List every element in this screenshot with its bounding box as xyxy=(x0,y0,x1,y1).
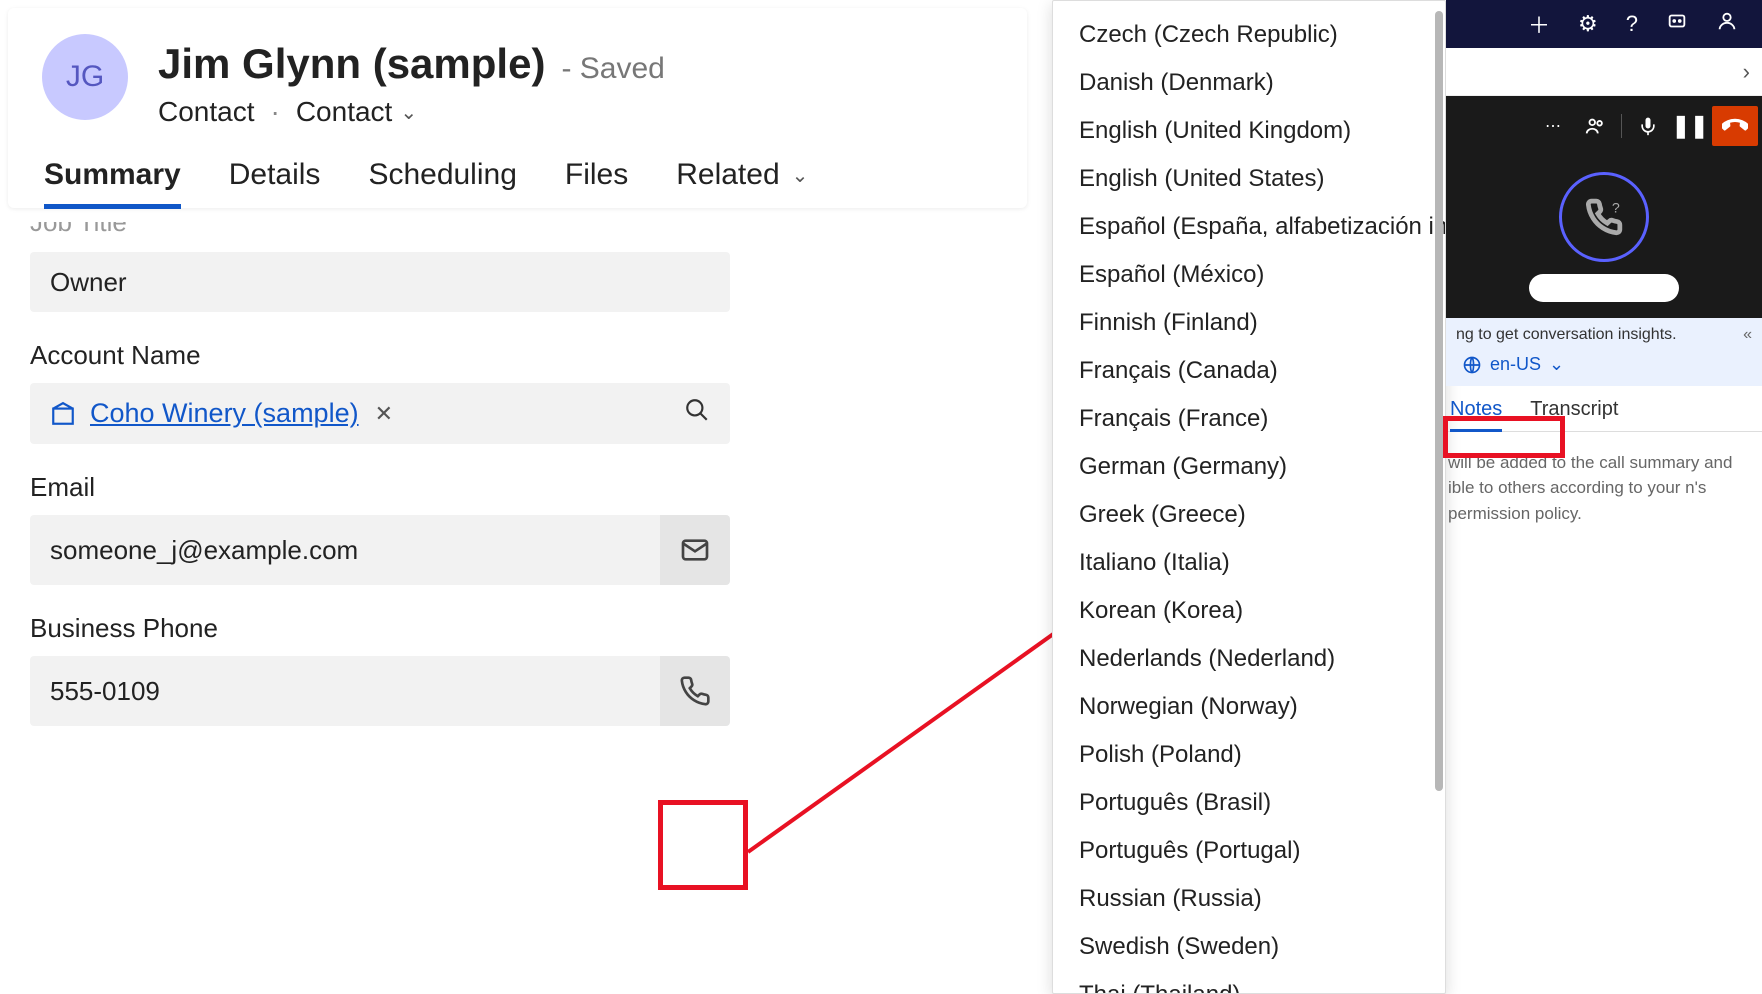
remove-account-button[interactable]: ✕ xyxy=(375,401,393,427)
envelope-icon xyxy=(679,534,711,566)
scrollbar[interactable] xyxy=(1431,7,1445,987)
account-icon xyxy=(50,401,76,427)
language-option[interactable]: Português (Brasil) xyxy=(1059,779,1439,827)
email-label: Email xyxy=(30,472,1005,503)
language-option[interactable]: Danish (Denmark) xyxy=(1059,59,1439,107)
language-option[interactable]: Russian (Russia) xyxy=(1059,875,1439,923)
email-field[interactable]: someone_j@example.com xyxy=(30,515,660,585)
phone-icon xyxy=(679,675,711,707)
tab-summary[interactable]: Summary xyxy=(44,158,181,208)
collapse-icon[interactable]: « xyxy=(1743,326,1752,344)
form-selector[interactable]: Contact ⌄ xyxy=(296,96,417,128)
call-phone-button[interactable] xyxy=(660,656,730,726)
more-options-button[interactable]: ⋯ xyxy=(1533,106,1573,146)
language-option[interactable]: Norwegian (Norway) xyxy=(1059,683,1439,731)
tab-related-label: Related xyxy=(676,158,779,192)
caller-name-redacted xyxy=(1529,274,1679,302)
job-title-field[interactable]: Owner xyxy=(30,252,730,312)
assistant-icon[interactable] xyxy=(1666,10,1688,38)
mute-button[interactable] xyxy=(1628,106,1668,146)
phone-field[interactable]: 555-0109 xyxy=(30,656,660,726)
global-header: ＋ ⚙ ? xyxy=(1446,0,1762,48)
language-option[interactable]: German (Germany) xyxy=(1059,443,1439,491)
end-call-button[interactable] xyxy=(1712,106,1758,146)
send-email-button[interactable] xyxy=(660,515,730,585)
phone-value: 555-0109 xyxy=(50,676,160,707)
settings-icon[interactable]: ⚙ xyxy=(1578,11,1598,37)
language-option[interactable]: Greek (Greece) xyxy=(1059,491,1439,539)
add-icon[interactable]: ＋ xyxy=(1528,8,1550,40)
search-icon[interactable] xyxy=(684,397,710,430)
language-option[interactable]: Español (México) xyxy=(1059,251,1439,299)
tab-scheduling[interactable]: Scheduling xyxy=(368,158,516,208)
email-value: someone_j@example.com xyxy=(50,535,358,566)
language-option[interactable]: English (United States) xyxy=(1059,155,1439,203)
contact-name: Jim Glynn (sample) xyxy=(158,40,545,88)
phone-question-icon: ? xyxy=(1585,198,1623,236)
participants-button[interactable] xyxy=(1575,106,1615,146)
language-option[interactable]: Swedish (Sweden) xyxy=(1059,923,1439,971)
svg-text:?: ? xyxy=(1612,200,1620,216)
language-option[interactable]: Czech (Czech Republic) xyxy=(1059,11,1439,59)
globe-icon xyxy=(1462,355,1482,375)
language-option[interactable]: Español (España, alfabetización internac… xyxy=(1059,203,1439,251)
language-code: en-US xyxy=(1490,354,1541,375)
caller-avatar: ? xyxy=(1559,172,1649,262)
annotation-highlight-language-selector xyxy=(1443,416,1565,458)
call-pane-header: › xyxy=(1446,48,1762,96)
contact-tabs: Summary Details Scheduling Files Related… xyxy=(8,128,1027,208)
entity-label: Contact xyxy=(158,96,255,128)
language-option[interactable]: Italiano (Italia) xyxy=(1059,539,1439,587)
chevron-down-icon: ⌄ xyxy=(400,100,417,125)
chevron-right-icon[interactable]: › xyxy=(1743,59,1750,85)
tab-details[interactable]: Details xyxy=(229,158,321,208)
chevron-down-icon: ⌄ xyxy=(1549,354,1564,375)
language-option[interactable]: Nederlands (Nederland) xyxy=(1059,635,1439,683)
job-title-value: Owner xyxy=(50,267,127,298)
active-call-area: ⋯ ❚❚ ? xyxy=(1446,96,1762,318)
business-phone-label: Business Phone xyxy=(30,613,1005,644)
language-option[interactable]: Korean (Korea) xyxy=(1059,587,1439,635)
language-option[interactable]: Português (Portugal) xyxy=(1059,827,1439,875)
language-option[interactable]: Français (Canada) xyxy=(1059,347,1439,395)
job-title-label: Job Title xyxy=(30,222,1005,240)
language-option[interactable]: Finnish (Finland) xyxy=(1059,299,1439,347)
separator xyxy=(1621,114,1622,138)
hold-button[interactable]: ❚❚ xyxy=(1670,106,1710,146)
contact-avatar: JG xyxy=(42,34,128,120)
user-icon[interactable] xyxy=(1716,10,1738,38)
scrollbar-thumb[interactable] xyxy=(1435,11,1443,791)
separator-dot: · xyxy=(271,96,280,128)
language-option[interactable]: Polish (Poland) xyxy=(1059,731,1439,779)
tab-related[interactable]: Related ⌄ xyxy=(676,158,808,208)
conversation-insights-bar: ng to get conversation insights. « en-US… xyxy=(1446,318,1762,386)
language-selector[interactable]: en-US ⌄ xyxy=(1456,350,1570,379)
insight-text: ng to get conversation insights. xyxy=(1456,326,1677,344)
language-dropdown[interactable]: Czech (Czech Republic)Danish (Denmark)En… xyxy=(1052,0,1446,994)
account-name-label: Account Name xyxy=(30,340,1005,371)
help-icon[interactable]: ? xyxy=(1626,11,1638,37)
language-option[interactable]: English (United Kingdom) xyxy=(1059,107,1439,155)
tab-files[interactable]: Files xyxy=(565,158,628,208)
form-selector-label: Contact xyxy=(296,96,393,128)
chevron-down-icon: ⌄ xyxy=(792,163,809,188)
account-link[interactable]: Coho Winery (sample) xyxy=(90,398,359,429)
save-status: - Saved xyxy=(561,52,664,86)
language-list: Czech (Czech Republic)Danish (Denmark)En… xyxy=(1053,1,1445,994)
language-option[interactable]: Français (France) xyxy=(1059,395,1439,443)
annotation-highlight-phone-button xyxy=(658,800,748,890)
language-option[interactable]: Thai (Thailand) xyxy=(1059,971,1439,994)
account-name-field[interactable]: Coho Winery (sample) ✕ xyxy=(30,383,730,444)
